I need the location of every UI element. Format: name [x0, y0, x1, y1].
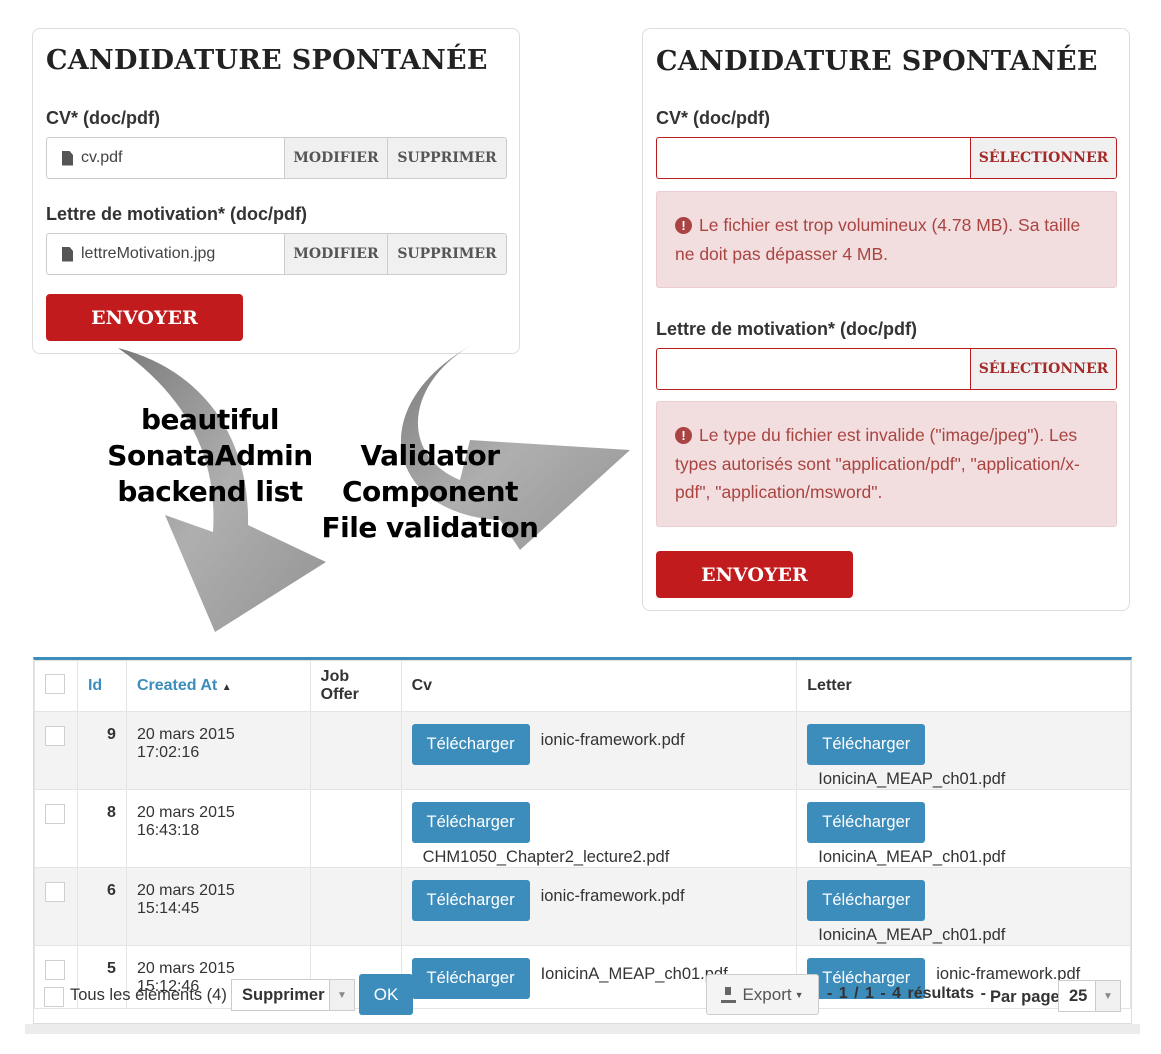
letter-filename: IonicinA_MEAP_ch01.pdf [818, 770, 1006, 788]
row-created-at: 20 mars 2015 16:43:18 [125, 789, 311, 868]
row-select [34, 867, 78, 946]
list-footer: Tous les éléments (4) Supprimer ▼ OK Exp… [34, 963, 1131, 1024]
column-header-id[interactable]: Id [76, 660, 127, 712]
row-checkbox[interactable] [45, 726, 65, 746]
per-page-value: 25 [1069, 986, 1088, 1005]
header-select [34, 660, 78, 712]
column-header-cv: Cv [400, 660, 798, 712]
cv-filename: ionic-framework.pdf [540, 887, 685, 905]
row-id-link[interactable]: 9 [76, 711, 127, 790]
row-cv: Télécharger CHM1050_Chapter2_lecture2.pdf [400, 789, 798, 868]
caret-down-icon: ▼ [329, 980, 354, 1010]
column-header-job-offer: Job Offer [309, 660, 402, 712]
column-header-letter: Letter [796, 660, 1131, 712]
annotation-left: beautiful SonataAdmin backend list [100, 402, 320, 510]
caret-down-icon: ▼ [1095, 981, 1120, 1011]
download-letter-button[interactable]: Télécharger [807, 802, 926, 843]
row-job-offer [309, 867, 402, 946]
row-checkbox[interactable] [45, 882, 65, 902]
row-id-link[interactable]: 6 [76, 867, 127, 946]
per-page-label: Par page [990, 988, 1060, 1006]
row-created-at: 20 mars 2015 15:14:45 [125, 867, 311, 946]
cv-filename: CHM1050_Chapter2_lecture2.pdf [422, 848, 670, 866]
annotation-line: backend list [117, 475, 303, 508]
select-all-checkbox[interactable] [45, 673, 65, 694]
export-label: Export [742, 984, 792, 1004]
download-icon [721, 986, 737, 1003]
download-cv-button[interactable]: Télécharger [411, 802, 530, 843]
pagination-info: - 1 / 1 - 4 résultats - [827, 985, 986, 1002]
download-letter-button[interactable]: Télécharger [807, 880, 926, 921]
annotation-line: Validator [360, 439, 500, 472]
download-letter-button[interactable]: Télécharger [807, 724, 926, 765]
row-checkbox[interactable] [45, 804, 65, 824]
admin-list: Id Created At ▲ Job Offer Cv Letter 9 20… [33, 657, 1132, 1024]
cv-filename: ionic-framework.pdf [540, 731, 685, 749]
export-button[interactable]: Export ▼ [706, 974, 819, 1015]
caret-down-icon: ▼ [794, 989, 804, 1000]
annotation-right: Validator Component File validation [320, 438, 540, 546]
row-letter: Télécharger IonicinA_MEAP_ch01.pdf [796, 867, 1131, 946]
created-at-label: Created At [136, 677, 218, 694]
row-created-at: 20 mars 2015 17:02:16 [125, 711, 311, 790]
sort-asc-icon: ▲ [221, 682, 232, 693]
batch-action-value: Supprimer [242, 985, 325, 1004]
all-elements-label: Tous les éléments (4) [70, 986, 227, 1004]
download-cv-button[interactable]: Télécharger [411, 724, 530, 765]
row-id-link[interactable]: 8 [76, 789, 127, 868]
table-row: 8 20 mars 2015 16:43:18 Télécharger CHM10… [34, 789, 1131, 868]
annotation-line: beautiful [140, 403, 280, 436]
table-row: 6 20 mars 2015 15:14:45 Télécharger ionic… [34, 867, 1131, 946]
list-shadow [25, 1024, 1140, 1034]
row-job-offer [309, 711, 402, 790]
per-page-select[interactable]: 25 ▼ [1058, 980, 1121, 1012]
annotation-line: File validation [321, 511, 540, 544]
row-select [34, 789, 78, 868]
table-row: 9 20 mars 2015 17:02:16 Télécharger ionic… [34, 711, 1131, 790]
batch-ok-button[interactable]: OK [359, 974, 413, 1015]
all-elements-checkbox[interactable] [44, 987, 64, 1007]
batch-action-select[interactable]: Supprimer ▼ [231, 979, 355, 1011]
annotation-line: SonataAdmin [107, 439, 313, 472]
row-job-offer [309, 789, 402, 868]
annotation-line: Component [342, 475, 518, 508]
list-table: Id Created At ▲ Job Offer Cv Letter 9 20… [34, 660, 1131, 1009]
row-letter: Télécharger IonicinA_MEAP_ch01.pdf [796, 711, 1131, 790]
letter-filename: IonicinA_MEAP_ch01.pdf [818, 926, 1006, 944]
download-cv-button[interactable]: Télécharger [411, 880, 530, 921]
row-cv: Télécharger ionic-framework.pdf [400, 867, 798, 946]
column-header-created-at[interactable]: Created At ▲ [125, 660, 311, 712]
letter-filename: IonicinA_MEAP_ch01.pdf [818, 848, 1006, 866]
row-letter: Télécharger IonicinA_MEAP_ch01.pdf [796, 789, 1131, 868]
row-select [34, 711, 78, 790]
row-cv: Télécharger ionic-framework.pdf [400, 711, 798, 790]
